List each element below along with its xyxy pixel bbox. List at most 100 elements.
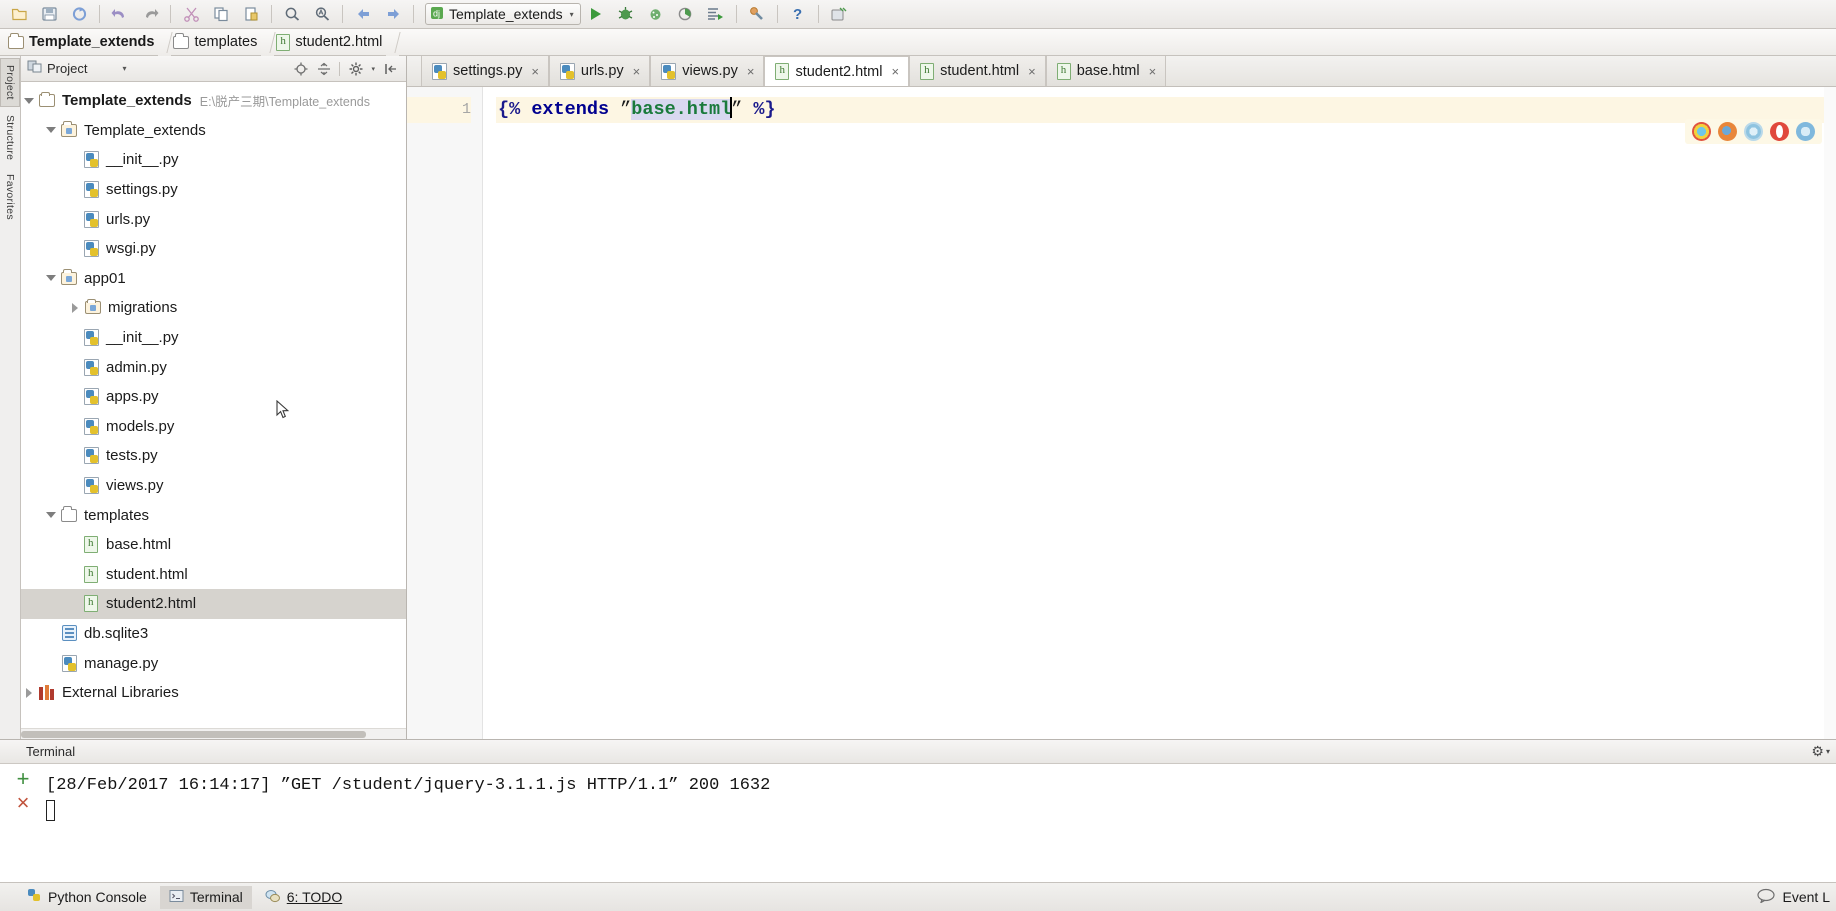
open-icon[interactable] — [4, 1, 34, 27]
tree-row-app01[interactable]: app01 — [21, 264, 406, 294]
tree-row-external-libraries[interactable]: External Libraries — [21, 678, 406, 708]
project-tree[interactable]: Template_extends E:\脱产三期\Template_extend… — [21, 82, 406, 728]
status-item-todo[interactable]: 6: TODO — [256, 886, 352, 909]
template-name-string[interactable]: base.html — [631, 99, 732, 120]
sync-icon[interactable] — [64, 1, 94, 27]
run-icon[interactable] — [581, 1, 611, 27]
tree-row-init-py[interactable]: __init__.py — [21, 145, 406, 175]
close-icon[interactable]: × — [633, 64, 641, 79]
back-icon[interactable] — [348, 1, 378, 27]
code-editor[interactable]: 1 {% extends ”base.html” %} — [407, 87, 1836, 739]
firefox-browser-icon[interactable] — [1718, 122, 1737, 141]
editor-tab-student-html[interactable]: student.html × — [909, 56, 1046, 86]
vcs-update-icon[interactable] — [824, 1, 854, 27]
tree-row-template-extends-module[interactable]: Template_extends — [21, 116, 406, 146]
breadcrumb-item-templates[interactable]: templates — [173, 33, 261, 50]
tree-row-views-py[interactable]: views.py — [21, 471, 406, 501]
expand-arrow-down-icon[interactable] — [21, 97, 37, 104]
tree-row-project-root[interactable]: Template_extends E:\脱产三期\Template_extend… — [21, 86, 406, 116]
expand-arrow-down-icon[interactable] — [43, 512, 59, 519]
paste-icon[interactable] — [236, 1, 266, 27]
editor-tab-views-py[interactable]: views.py × — [650, 56, 765, 86]
python-file-icon — [81, 151, 101, 169]
tree-item-label: student2.html — [106, 595, 197, 613]
status-item-python-console[interactable]: Python Console — [18, 885, 156, 909]
profile-icon[interactable] — [671, 1, 701, 27]
close-icon[interactable]: × — [1028, 64, 1036, 79]
find-icon[interactable] — [277, 1, 307, 27]
run-configuration-selector[interactable]: dj Template_extends ▾ — [425, 3, 581, 25]
chrome-browser-icon[interactable] — [1692, 122, 1711, 141]
editor-tab-base-html[interactable]: base.html × — [1045, 56, 1167, 86]
speech-bubble-icon[interactable] — [1756, 888, 1776, 906]
terminal-settings[interactable]: ⚙ ▾ — [1811, 743, 1830, 760]
breadcrumb-item-file[interactable]: student2.html — [276, 33, 386, 51]
editor-tab-settings-py[interactable]: settings.py × — [421, 56, 549, 86]
undo-icon[interactable] — [105, 1, 135, 27]
tool-tab-project[interactable]: Project — [0, 58, 20, 107]
chevron-down-icon[interactable]: ▾ — [1826, 747, 1830, 756]
internet-explorer-browser-icon[interactable] — [1796, 122, 1815, 141]
expand-arrow-down-icon[interactable] — [43, 275, 59, 282]
expand-arrow-down-icon[interactable] — [43, 127, 59, 134]
code-line-1[interactable]: {% extends ”base.html” %} — [496, 97, 1836, 123]
close-session-icon[interactable]: × — [17, 792, 30, 814]
tree-row-tests-py[interactable]: tests.py — [21, 441, 406, 471]
expand-arrow-right-icon[interactable] — [21, 687, 37, 698]
tree-row-manage-py[interactable]: manage.py — [21, 648, 406, 678]
cut-icon[interactable] — [176, 1, 206, 27]
opera-browser-icon[interactable] — [1770, 122, 1789, 141]
tree-row-settings-py[interactable]: settings.py — [21, 175, 406, 205]
settings-icon[interactable] — [742, 1, 772, 27]
editor-tab-urls-py[interactable]: urls.py × — [548, 56, 651, 86]
tool-tab-favorites[interactable]: Favorites — [1, 168, 19, 226]
tree-row-admin-py[interactable]: admin.py — [21, 352, 406, 382]
chevron-down-icon[interactable]: ▾ — [570, 10, 574, 19]
tree-row-student-html[interactable]: student.html — [21, 560, 406, 590]
event-log-label[interactable]: Event L — [1783, 889, 1830, 905]
run-with-console-icon[interactable] — [701, 1, 731, 27]
safari-browser-icon[interactable] — [1744, 122, 1763, 141]
editor-vertical-scrollbar[interactable] — [1824, 87, 1836, 739]
replace-icon[interactable] — [307, 1, 337, 27]
close-icon[interactable]: × — [1149, 64, 1157, 79]
forward-icon[interactable] — [378, 1, 408, 27]
tree-row-student2-html[interactable]: student2.html — [21, 589, 406, 619]
project-tree-horizontal-scrollbar[interactable] — [21, 728, 406, 739]
copy-icon[interactable] — [206, 1, 236, 27]
tree-row-apps-py[interactable]: apps.py — [21, 382, 406, 412]
chevron-down-icon[interactable]: ▾ — [122, 64, 126, 73]
expand-arrow-right-icon[interactable] — [67, 302, 83, 313]
status-item-terminal[interactable]: Terminal — [159, 885, 252, 909]
coverage-icon[interactable] — [641, 1, 671, 27]
debug-icon[interactable] — [611, 1, 641, 27]
close-icon[interactable]: × — [747, 64, 755, 79]
tree-row-urls-py[interactable]: urls.py — [21, 204, 406, 234]
tree-row-templates[interactable]: templates — [21, 500, 406, 530]
save-icon[interactable] — [34, 1, 64, 27]
python-file-icon — [81, 210, 101, 228]
tool-tab-structure[interactable]: Structure — [1, 109, 19, 166]
redo-icon[interactable] — [135, 1, 165, 27]
hide-panel-icon[interactable] — [383, 61, 398, 76]
close-icon[interactable]: × — [892, 64, 900, 79]
scrollbar-thumb[interactable] — [21, 731, 366, 738]
settings-gear-icon[interactable] — [348, 61, 363, 76]
tree-row-base-html[interactable]: base.html — [21, 530, 406, 560]
collapse-all-icon[interactable] — [316, 61, 331, 76]
gear-icon[interactable]: ⚙ — [1811, 743, 1824, 760]
terminal-output[interactable]: [28/Feb/2017 16:14:17] ”GET /student/jqu… — [46, 764, 1836, 882]
tree-row-wsgi-py[interactable]: wsgi.py — [21, 234, 406, 264]
editor-tab-student2-html[interactable]: student2.html × — [764, 56, 910, 86]
tree-row-app01-init-py[interactable]: __init__.py — [21, 323, 406, 353]
help-icon[interactable]: ? — [783, 1, 813, 27]
breadcrumb-item-project[interactable]: Template_extends — [8, 33, 158, 50]
code-content[interactable]: {% extends ”base.html” %} — [483, 87, 1836, 739]
tree-row-models-py[interactable]: models.py — [21, 412, 406, 442]
close-icon[interactable]: × — [531, 64, 539, 79]
chevron-down-icon[interactable]: ▾ — [371, 65, 375, 73]
scroll-from-source-icon[interactable] — [293, 61, 308, 76]
tree-row-db-sqlite3[interactable]: db.sqlite3 — [21, 619, 406, 649]
new-session-icon[interactable]: + — [17, 768, 30, 790]
tree-row-migrations[interactable]: migrations — [21, 293, 406, 323]
